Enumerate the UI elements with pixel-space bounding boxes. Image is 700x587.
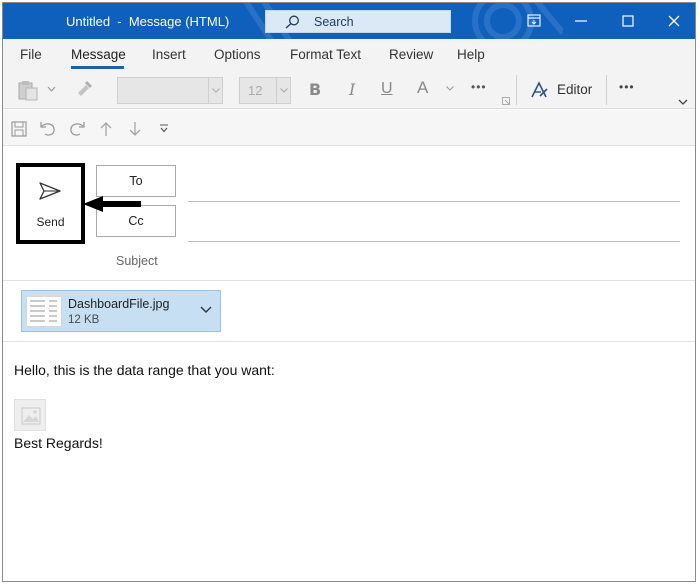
ribbon-separator [606,75,607,105]
tab-file[interactable]: File [20,47,42,62]
font-size-chevron-icon [280,88,288,93]
customize-toolbar-icon[interactable] [159,124,169,133]
attachment-area: DashboardFile.jpg 12 KB [3,282,695,342]
search-placeholder: Search [314,15,354,29]
editor-button[interactable]: Editor [557,82,592,97]
move-down-icon[interactable] [128,121,142,137]
subject-label[interactable]: Subject [116,254,158,268]
tab-format-text[interactable]: Format Text [290,47,361,62]
outlook-message-window: Untitled - Message (HTML) Search File Me… [2,2,696,582]
editor-icon[interactable] [529,80,549,100]
attachment-card[interactable]: DashboardFile.jpg 12 KB [21,290,221,332]
tab-insert[interactable]: Insert [152,47,186,62]
font-color-chevron-icon[interactable] [446,86,454,91]
ribbon-overflow-button[interactable]: ••• [619,80,635,94]
body-text-line: Hello, this is the data range that you w… [14,362,275,378]
message-header: Send To Cc Subject [3,146,695,281]
quick-access-toolbar [3,110,695,146]
ribbon-separator [516,75,517,105]
image-icon [21,407,41,425]
dialog-launcher-icon[interactable] [502,97,510,105]
image-file-thumbnail-icon [30,300,57,322]
to-field[interactable] [188,201,680,202]
search-icon [285,15,299,29]
font-size-select[interactable]: 12 [239,77,291,104]
title-bar: Untitled - Message (HTML) Search [3,3,695,39]
tab-options[interactable]: Options [214,47,261,62]
annotation-arrow-icon [83,196,141,212]
italic-button[interactable]: I [349,80,355,99]
minimize-icon [575,20,587,22]
close-button[interactable] [651,3,695,39]
ribbon-tabs: File Message Insert Options Format Text … [3,39,695,69]
font-name-select[interactable] [117,77,223,104]
send-icon [39,182,61,200]
window-title: Untitled - Message (HTML) [66,14,230,29]
to-button[interactable]: To [96,165,176,197]
collapse-ribbon-chevron-icon[interactable] [678,99,688,106]
maximize-button[interactable] [605,3,651,39]
font-color-button[interactable]: A [417,78,428,98]
ribbon-toolbar: 12 B I U A ••• Editor ••• [3,69,695,109]
save-icon[interactable] [11,121,27,137]
font-size-value: 12 [248,83,263,98]
more-formatting-button[interactable]: ••• [471,80,487,94]
body-signoff: Best Regards! [14,435,103,451]
tab-help[interactable]: Help [457,47,485,62]
attachment-thumbnail [26,296,62,327]
font-name-chevron-icon [212,88,220,93]
underline-button[interactable]: U [381,80,393,98]
attachment-size: 12 KB [68,314,100,326]
inline-image-placeholder[interactable] [14,399,46,431]
undo-icon[interactable] [39,121,57,137]
redo-icon[interactable] [68,121,86,137]
maximize-icon [622,15,634,27]
message-body[interactable]: Hello, this is the data range that you w… [3,343,695,581]
move-up-icon[interactable] [99,121,113,137]
send-label: Send [36,215,65,229]
ribbon-display-icon [527,14,541,27]
cc-field[interactable] [188,241,680,242]
attachment-name: DashboardFile.jpg [68,297,170,311]
minimize-button[interactable] [558,3,604,39]
send-button[interactable]: Send [16,163,85,244]
paste-icon[interactable] [17,79,39,101]
tab-message[interactable]: Message [71,47,126,62]
search-box[interactable]: Search [265,10,451,33]
bold-button[interactable]: B [309,80,321,99]
format-painter-icon[interactable] [75,79,93,99]
tab-review[interactable]: Review [389,47,433,62]
restore-ribbon-button[interactable] [511,3,557,39]
attachment-options-chevron-icon[interactable] [200,306,212,314]
close-icon [668,15,680,27]
paste-dropdown-chevron-icon[interactable] [47,86,56,92]
